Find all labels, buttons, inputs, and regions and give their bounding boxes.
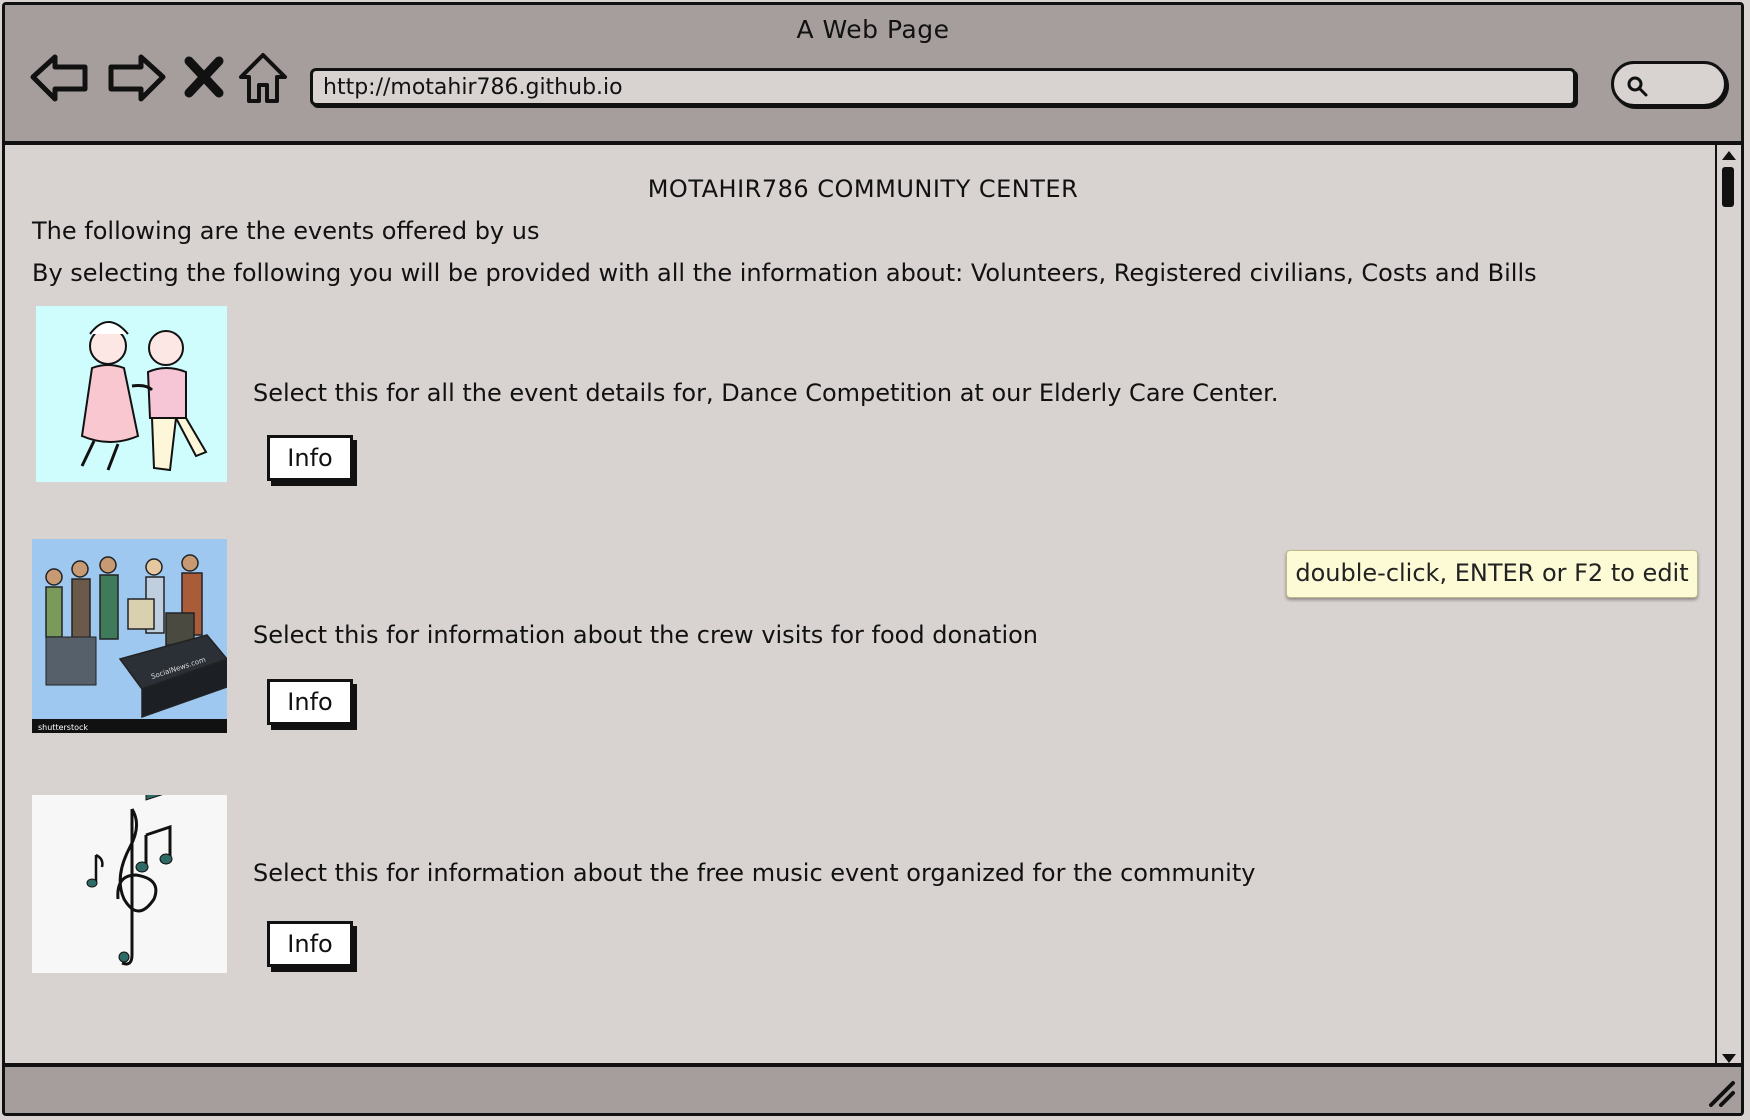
search-icon (1627, 76, 1648, 97)
browser-window: A Web Page http://motahir786.github.io M… (2, 2, 1744, 1116)
status-bar (5, 1063, 1741, 1113)
vertical-scrollbar[interactable] (1715, 145, 1741, 1069)
elderly-dancing-couple-image (36, 306, 227, 482)
edit-hint-tooltip: double-click, ENTER or F2 to edit (1286, 550, 1698, 598)
forward-arrow-icon[interactable] (105, 49, 167, 105)
info-button[interactable]: Info (267, 921, 353, 967)
window-title: A Web Page (796, 15, 950, 44)
page-heading: MOTAHIR786 COMMUNITY CENTER (647, 175, 1079, 203)
intro-description: By selecting the following you will be p… (32, 259, 1537, 287)
event-description: Select this for information about the fr… (253, 859, 1256, 887)
event-description: Select this for all the event details fo… (253, 379, 1279, 407)
page-content: MOTAHIR786 COMMUNITY CENTER The followin… (5, 145, 1721, 1069)
music-notes-image (32, 795, 227, 973)
svg-text:shutterstock: shutterstock (38, 723, 88, 732)
close-icon[interactable] (181, 49, 227, 105)
info-button[interactable]: Info (267, 679, 353, 725)
info-button[interactable]: Info (267, 435, 353, 481)
scroll-up-arrow-icon[interactable] (1720, 148, 1738, 162)
search-box[interactable] (1611, 61, 1727, 107)
scroll-thumb[interactable] (1722, 167, 1734, 207)
address-bar[interactable]: http://motahir786.github.io (310, 68, 1576, 106)
intro-text: The following are the events offered by … (32, 217, 540, 245)
event-description: Select this for information about the cr… (253, 621, 1039, 649)
browser-toolbar: A Web Page http://motahir786.github.io (5, 5, 1741, 145)
resize-grip-icon[interactable] (1705, 1077, 1735, 1107)
food-donation-crowd-image: SocialNews.com shutterstock (32, 539, 227, 733)
home-icon[interactable] (237, 49, 289, 105)
back-arrow-icon[interactable] (29, 49, 91, 105)
